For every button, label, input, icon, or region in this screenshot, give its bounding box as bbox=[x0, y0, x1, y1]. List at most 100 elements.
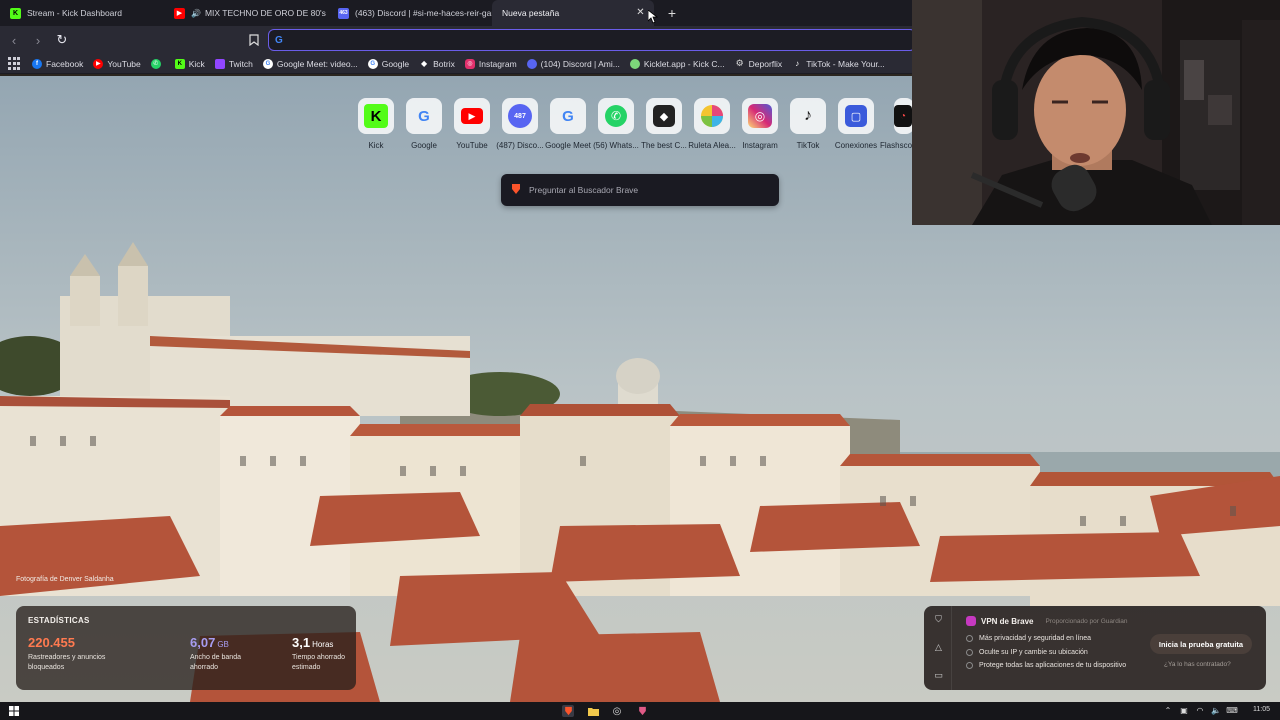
list-item: Más privacidad y seguridad en línea bbox=[966, 632, 1126, 646]
twitch-icon bbox=[214, 58, 225, 69]
wifi-icon[interactable]: ◠ bbox=[1194, 705, 1206, 717]
stat-unit: GB bbox=[217, 640, 229, 649]
check-icon bbox=[966, 662, 973, 670]
windows-start-icon[interactable] bbox=[8, 705, 20, 717]
tiktok-icon: ♪ bbox=[790, 98, 826, 134]
top-site-tiktok[interactable]: ♪ TikTok bbox=[784, 98, 832, 150]
volume-icon[interactable]: 🔈 bbox=[1210, 705, 1222, 717]
stat-unit: Horas bbox=[312, 640, 334, 649]
address-input[interactable] bbox=[288, 34, 849, 46]
top-site-label: (56) Whats... bbox=[593, 141, 639, 150]
google-icon: G bbox=[406, 98, 442, 134]
brave-nightly-icon[interactable] bbox=[636, 705, 648, 717]
brave-lion-icon bbox=[511, 183, 521, 198]
bookmarks-bar: f Facebook ▶ YouTube ✆ K Kick Twitch G Googl… bbox=[0, 54, 912, 74]
taskbar-clock[interactable]: 11:05 bbox=[1253, 706, 1270, 713]
stat-description: Rastreadores y anuncios bloqueados bbox=[28, 654, 106, 671]
folder-icon[interactable] bbox=[587, 705, 599, 717]
bookmark-facebook[interactable]: f Facebook bbox=[32, 58, 83, 69]
facebook-icon: f bbox=[32, 58, 42, 69]
top-site-discord[interactable]: 487 (487) Disco... bbox=[496, 98, 544, 150]
brave-browser-icon[interactable] bbox=[562, 705, 574, 717]
bookmark-label: TikTok - Make Your... bbox=[806, 58, 885, 69]
warning-icon[interactable]: △ bbox=[933, 642, 944, 653]
stat-bandwidth: 6,07 GB Ancho de banda ahorrado bbox=[190, 635, 260, 673]
tab-youtube-mix[interactable]: ▶ 🔊 MIX TECHNO DE ORO DE 80's & bbox=[164, 0, 328, 26]
photo-credit[interactable]: Fotografía de Denver Saldanha bbox=[16, 576, 114, 583]
bookmark-google-meet[interactable]: G Google Meet: video... bbox=[262, 58, 358, 69]
bookmark-label: Botrix bbox=[433, 58, 455, 69]
check-icon bbox=[966, 648, 973, 656]
top-site-whatsapp[interactable]: ✆ (56) Whats... bbox=[592, 98, 640, 150]
check-icon bbox=[966, 635, 973, 643]
feature-text: Protege todas las aplicaciones de tu dis… bbox=[979, 662, 1127, 670]
top-sites: K Kick G Google ▶ YouTube 487 (487) Disc… bbox=[352, 98, 928, 150]
stat-description: Tiempo ahorrado estimado bbox=[292, 654, 346, 671]
youtube-icon: ▶ bbox=[454, 98, 490, 134]
kick-icon: K bbox=[174, 58, 185, 69]
bookmark-twitch[interactable]: Twitch bbox=[214, 58, 253, 69]
top-site-label: YouTube bbox=[456, 141, 488, 150]
bookmark-discord[interactable]: (104) Discord | Ami... bbox=[526, 58, 620, 69]
bookmark-whatsapp[interactable]: ✆ bbox=[150, 58, 165, 69]
tab-nueva-pestana[interactable]: Nueva pestaña ✕ bbox=[492, 0, 654, 26]
bookmark-instagram[interactable]: ◎ Instagram bbox=[464, 58, 517, 69]
already-purchased-link[interactable]: ¿Ya lo has contratado? bbox=[1164, 661, 1231, 668]
bookmark-kicklet[interactable]: Kicklet.app - Kick C... bbox=[629, 58, 725, 69]
whatsapp-icon: ✆ bbox=[598, 98, 634, 134]
stat-trackers: 220.455 Rastreadores y anuncios bloquead… bbox=[28, 635, 118, 673]
flashscore-icon: ◔ bbox=[894, 98, 914, 134]
google-icon: G bbox=[275, 34, 283, 46]
bookmark-tiktok[interactable]: ♪ TikTok - Make Your... bbox=[792, 59, 885, 69]
top-site-google-meet[interactable]: G Google Meet bbox=[544, 98, 592, 150]
brave-search-box[interactable] bbox=[501, 174, 779, 206]
top-site-google[interactable]: G Google bbox=[400, 98, 448, 150]
google-icon: G bbox=[367, 58, 378, 69]
vpn-widget: ⛉ △ ▭ VPN de Brave Proporcionado por Gua… bbox=[924, 606, 1266, 690]
top-site-best-c[interactable]: ◆ The best C... bbox=[640, 98, 688, 150]
bookmark-label: Deporflix bbox=[748, 58, 783, 69]
tab-title: MIX TECHNO DE ORO DE 80's & bbox=[204, 8, 328, 18]
address-bar[interactable]: G bbox=[268, 29, 916, 51]
wheel-icon bbox=[694, 98, 730, 134]
bookmark-google[interactable]: G Google bbox=[367, 58, 409, 69]
network-icon[interactable]: ▣ bbox=[1178, 705, 1190, 717]
top-site-label: (487) Disco... bbox=[496, 141, 544, 150]
google-icon: G bbox=[262, 58, 273, 69]
bookmark-kick[interactable]: K Kick bbox=[174, 58, 205, 69]
bookmark-icon[interactable] bbox=[246, 31, 262, 49]
stat-value: 6,07 bbox=[190, 635, 216, 650]
tab-discord[interactable]: 463 (463) Discord | #si-me-haces-reir-ga… bbox=[328, 0, 492, 26]
forward-arrow-icon[interactable]: › bbox=[28, 30, 48, 50]
top-site-instagram[interactable]: ◎ Instagram bbox=[736, 98, 784, 150]
language-icon[interactable]: ⌨ bbox=[1226, 705, 1238, 717]
top-site-conexiones[interactable]: ▢ Conexiones bbox=[832, 98, 880, 150]
tab-kick-dashboard[interactable]: K Stream - Kick Dashboard bbox=[0, 0, 164, 26]
vpn-provider: Proporcionado por Guardian bbox=[1045, 617, 1128, 625]
list-item: Protege todas las aplicaciones de tu dis… bbox=[966, 659, 1126, 673]
top-site-kick[interactable]: K Kick bbox=[352, 98, 400, 150]
speaker-icon[interactable]: 🔊 bbox=[191, 9, 201, 18]
toolbar: ‹ › ↻ G bbox=[0, 26, 916, 54]
bookmark-botrix[interactable]: ◆ Botrix bbox=[419, 59, 455, 69]
bookmark-deporflix[interactable]: ⚙ Deporflix bbox=[735, 58, 783, 69]
top-site-label: TikTok bbox=[796, 141, 820, 150]
close-icon[interactable]: ✕ bbox=[635, 7, 646, 18]
tab-strip: K Stream - Kick Dashboard ▶ 🔊 MIX TECHNO… bbox=[0, 0, 912, 26]
shield-icon[interactable]: ⛉ bbox=[933, 614, 944, 625]
card-icon[interactable]: ▭ bbox=[933, 670, 944, 681]
apps-grid-icon[interactable] bbox=[8, 56, 22, 71]
search-input[interactable] bbox=[529, 185, 759, 195]
back-arrow-icon[interactable]: ‹ bbox=[4, 30, 24, 50]
start-trial-button[interactable]: Inicia la prueba gratuita bbox=[1150, 634, 1252, 654]
chevron-up-icon[interactable]: ⌃ bbox=[1162, 705, 1174, 717]
reload-icon[interactable]: ↻ bbox=[52, 30, 72, 50]
obs-icon[interactable]: ◎ bbox=[611, 705, 623, 717]
bookmark-label: Kick bbox=[188, 58, 205, 69]
widget-side-rail: ⛉ △ ▭ bbox=[924, 606, 952, 690]
instagram-icon: ◎ bbox=[464, 58, 475, 69]
new-tab-button[interactable]: + bbox=[662, 3, 682, 23]
bookmark-youtube[interactable]: ▶ YouTube bbox=[93, 58, 141, 69]
top-site-youtube[interactable]: ▶ YouTube bbox=[448, 98, 496, 150]
top-site-ruleta[interactable]: Ruleta Alea... bbox=[688, 98, 736, 150]
